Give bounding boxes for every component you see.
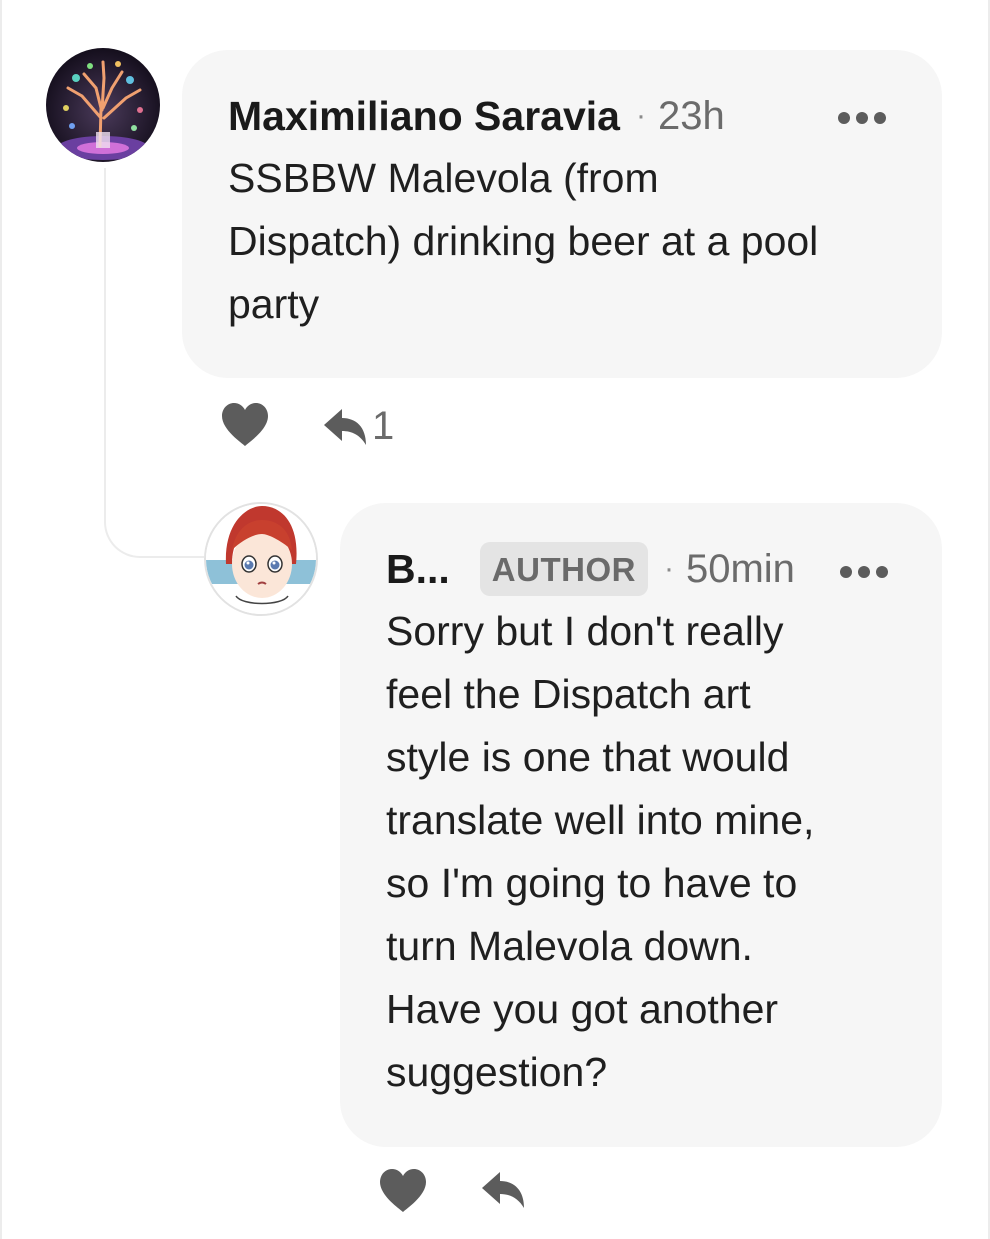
avatar-maximiliano[interactable] [46, 48, 160, 162]
comment-bubble-2: B... AUTHOR · 50min Sorry but I don't re… [340, 503, 942, 1147]
comment-text: Sorry but I don't really feel the Dispat… [386, 608, 815, 1095]
more-horizontal-icon [838, 112, 850, 124]
author-name[interactable]: B... [386, 546, 450, 593]
reply-arrow-icon [324, 408, 366, 445]
comment-meta: B... AUTHOR · 50min [386, 541, 896, 597]
timestamp[interactable]: 23h [658, 94, 725, 139]
reply-count: 1 [372, 404, 395, 448]
reply-button[interactable] [480, 1170, 526, 1210]
reply-arrow-icon [482, 1172, 524, 1208]
more-options-button[interactable] [840, 566, 888, 578]
more-dot [876, 566, 888, 578]
author-name[interactable]: Maximiliano Saravia [228, 93, 620, 140]
heart-icon [222, 403, 268, 446]
comment-text: SSBBW Malevola (from Dispatch) drinking … [228, 155, 819, 327]
like-button[interactable] [220, 402, 270, 448]
reply-button[interactable]: 1 [322, 404, 394, 449]
more-dot [874, 112, 886, 124]
like-button[interactable] [378, 1168, 428, 1214]
tree-art-avatar [46, 48, 160, 162]
avatar-author[interactable] [204, 502, 318, 616]
more-horizontal-icon [840, 566, 852, 578]
comment-bubble-1: Maximiliano Saravia · 23h SSBBW Malevola… [182, 50, 942, 378]
separator-dot: · [663, 552, 674, 585]
anime-girl-avatar [206, 504, 316, 614]
more-dot [858, 566, 870, 578]
heart-icon [380, 1169, 426, 1212]
author-badge: AUTHOR [479, 542, 648, 596]
more-options-button[interactable] [838, 112, 886, 124]
separator-dot: · [635, 99, 646, 132]
more-dot [856, 112, 868, 124]
left-border [0, 0, 2, 1239]
comment-meta: Maximiliano Saravia · 23h [228, 88, 896, 144]
timestamp[interactable]: 50min [686, 547, 795, 592]
